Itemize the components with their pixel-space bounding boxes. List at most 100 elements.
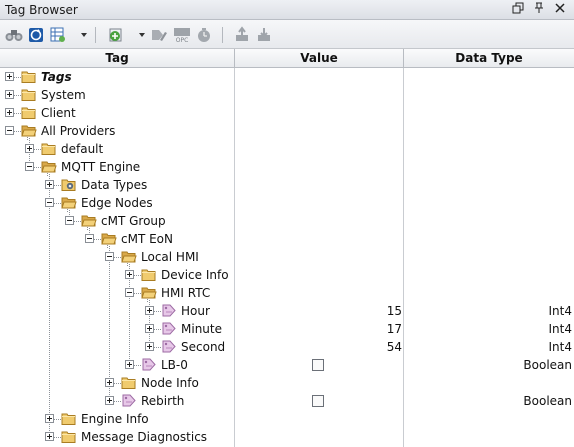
tag-icon (161, 339, 177, 354)
tree-row[interactable]: Edge Nodes (0, 194, 574, 212)
tag-name: Message Diagnostics (81, 430, 208, 444)
toolbar-separator (95, 27, 96, 43)
tag-icon (161, 303, 177, 318)
expand-icon[interactable] (145, 306, 154, 315)
open-folder-icon (101, 231, 117, 246)
column-header-value[interactable]: Value (235, 49, 404, 67)
expand-icon[interactable] (5, 72, 14, 81)
refresh-icon[interactable] (27, 26, 45, 44)
tag-table-icon[interactable] (49, 26, 67, 44)
tag-name: HMI RTC (161, 286, 211, 300)
tree-row[interactable]: MQTT Engine (0, 158, 574, 176)
tag-name: Data Types (81, 178, 148, 192)
open-folder-icon (21, 123, 37, 138)
pin-icon[interactable] (531, 2, 547, 18)
tag-name: Client (41, 106, 76, 120)
tree-row[interactable]: cMT EoN (0, 230, 574, 248)
folder-icon (21, 69, 37, 84)
collapse-icon[interactable] (25, 162, 34, 171)
expand-icon[interactable] (125, 360, 134, 369)
tree-row[interactable]: System (0, 86, 574, 104)
folder-icon (21, 87, 37, 102)
expand-icon[interactable] (125, 270, 134, 279)
tag-name: Local HMI (141, 250, 199, 264)
tree-row[interactable]: LB-0 Boolean (0, 356, 574, 374)
expand-icon[interactable] (105, 378, 114, 387)
title-bar: Tag Browser (0, 0, 574, 20)
folder-icon (41, 141, 57, 156)
value-checkbox[interactable] (312, 395, 324, 407)
dropdown-caret-icon[interactable] (139, 33, 145, 37)
tag-name: All Providers (41, 124, 116, 138)
tree-row[interactable]: Second 54 Int4 (0, 338, 574, 356)
udt-folder-icon (61, 177, 77, 192)
tag-name: Device Info (161, 268, 229, 282)
collapse-icon[interactable] (65, 216, 74, 225)
expand-icon[interactable] (25, 144, 34, 153)
restore-icon[interactable] (510, 2, 526, 18)
tree-row[interactable]: Client (0, 104, 574, 122)
tree-row[interactable]: HMI RTC (0, 284, 574, 302)
dropdown-caret-icon[interactable] (81, 33, 87, 37)
tag-data-type: Int4 (548, 322, 572, 336)
window-title: Tag Browser (5, 3, 78, 17)
tree-row[interactable]: Minute 17 Int4 (0, 320, 574, 338)
tree-row[interactable]: All Providers (0, 122, 574, 140)
tag-value[interactable]: 17 (238, 321, 402, 337)
tree-row[interactable]: Data Types (0, 176, 574, 194)
tag-name: Tags (41, 70, 72, 84)
column-header-tag[interactable]: Tag (0, 49, 235, 67)
tag-name: Hour (181, 304, 210, 318)
expand-icon[interactable] (145, 324, 154, 333)
import-icon[interactable] (233, 26, 251, 44)
tag-name: System (41, 88, 86, 102)
tag-name: cMT Group (101, 214, 166, 228)
tree-row[interactable]: cMT Group (0, 212, 574, 230)
tree-row[interactable]: Engine Info (0, 410, 574, 428)
expand-icon[interactable] (45, 180, 54, 189)
opc-icon[interactable]: OPC (172, 26, 192, 44)
collapse-icon[interactable] (105, 252, 114, 261)
tree-row[interactable]: Device Info (0, 266, 574, 284)
tag-data-type: Int4 (548, 304, 572, 318)
tag-name: MQTT Engine (61, 160, 141, 174)
value-checkbox[interactable] (312, 359, 324, 371)
add-tag-icon[interactable] (107, 26, 125, 44)
tag-name: Minute (181, 322, 222, 336)
tree-row[interactable]: Tags (0, 68, 574, 86)
column-header-row: Tag Value Data Type (0, 49, 574, 68)
binoculars-icon[interactable] (5, 26, 23, 44)
expand-icon[interactable] (45, 414, 54, 423)
open-folder-icon (41, 159, 57, 174)
expand-icon[interactable] (5, 90, 14, 99)
export-icon[interactable] (255, 26, 273, 44)
tag-value[interactable]: 15 (238, 303, 402, 319)
tree-row[interactable]: Message Diagnostics (0, 428, 574, 446)
close-icon[interactable] (552, 2, 568, 18)
folder-icon (141, 267, 157, 282)
tree-row[interactable]: Hour 15 Int4 (0, 302, 574, 320)
expand-icon[interactable] (105, 396, 114, 405)
collapse-icon[interactable] (45, 198, 54, 207)
tree-row[interactable]: default (0, 140, 574, 158)
folder-icon (21, 105, 37, 120)
collapse-icon[interactable] (5, 126, 14, 135)
column-header-data-type[interactable]: Data Type (404, 49, 574, 67)
clock-icon[interactable] (195, 26, 213, 44)
edit-tag-icon[interactable] (150, 26, 168, 44)
tag-data-type: Boolean (523, 394, 572, 408)
tag-name: LB-0 (161, 358, 188, 372)
toolbar-separator (222, 27, 223, 43)
tree-row[interactable]: Local HMI (0, 248, 574, 266)
expand-icon[interactable] (45, 432, 54, 441)
open-folder-icon (121, 249, 137, 264)
tree-row[interactable]: Rebirth Boolean (0, 392, 574, 410)
tag-value[interactable]: 54 (238, 339, 402, 355)
expand-icon[interactable] (5, 108, 14, 117)
tree-row[interactable]: Node Info (0, 374, 574, 392)
tag-name: default (61, 142, 104, 156)
toolbar: OPC (0, 20, 574, 49)
collapse-icon[interactable] (85, 234, 94, 243)
collapse-icon[interactable] (125, 288, 134, 297)
expand-icon[interactable] (145, 342, 154, 351)
